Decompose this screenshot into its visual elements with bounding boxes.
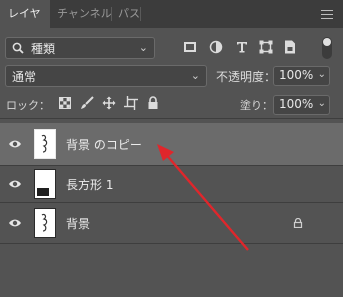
annotation-arrow [157, 144, 249, 251]
